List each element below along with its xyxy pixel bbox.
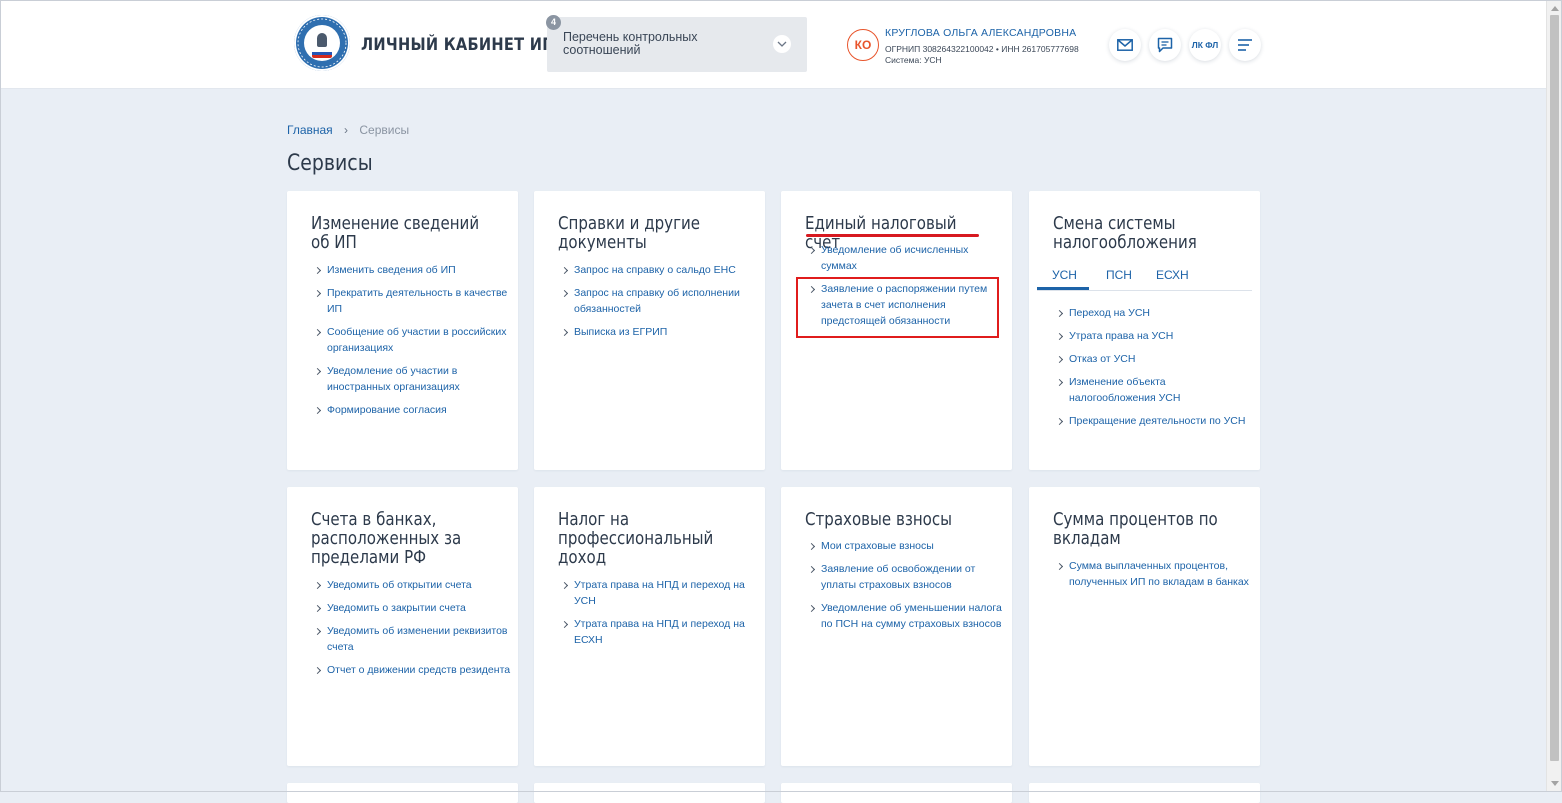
- card-partial: [1029, 783, 1260, 803]
- card-link-list: Уведомить об открытии счета Уведомить о …: [311, 577, 511, 685]
- link-lose-usn[interactable]: Утрата права на УСН: [1053, 328, 1253, 344]
- card-ip-info: Изменение сведений об ИП Изменить сведен…: [287, 191, 518, 470]
- link-obligations-certificate[interactable]: Запрос на справку об исполнении обязанно…: [558, 285, 758, 317]
- card-partial: [287, 783, 518, 803]
- tab-usn[interactable]: УСН: [1052, 268, 1077, 282]
- eagle-icon: [317, 33, 327, 47]
- link-account-opened[interactable]: Уведомить об открытии счета: [311, 577, 511, 593]
- link-calculated-sums[interactable]: Уведомление об исчисленных суммах: [805, 242, 1005, 274]
- link-account-details-changed[interactable]: Уведомить об изменении реквизитов счета: [311, 623, 511, 655]
- user-name[interactable]: КРУГЛОВА ОЛЬГА АЛЕКСАНДРОВНА: [885, 27, 1076, 39]
- mail-button[interactable]: [1109, 29, 1141, 61]
- card-title: Налог на профессиональный доход: [558, 510, 714, 568]
- menu-button[interactable]: [1229, 29, 1261, 61]
- tax-system-tabs: УСН ПСН ЕСХН: [1037, 262, 1252, 291]
- card-title: Страховые взносы: [805, 510, 953, 530]
- link-egrip-extract[interactable]: Выписка из ЕГРИП: [558, 324, 758, 340]
- card-tax-system-change: Смена системы налогообложения Переход на…: [1029, 191, 1260, 470]
- scrollbar-thumb[interactable]: [1550, 15, 1559, 761]
- user-tax-system: Система: УСН: [885, 55, 942, 65]
- page-scrollbar[interactable]: [1546, 1, 1562, 791]
- card-title: Изменение сведений об ИП: [311, 214, 480, 253]
- card-title: Сумма процентов по вкладам: [1053, 510, 1218, 549]
- chat-button[interactable]: [1149, 29, 1181, 61]
- card-link-list: Утрата права на НПД и переход на УСН Утр…: [558, 577, 758, 655]
- card-deposit-interest: Сумма процентов по вкладам Сумма выплаче…: [1029, 487, 1260, 766]
- card-link-list: Переход на УСН Утрата права на УСН Отказ…: [1053, 305, 1253, 436]
- card-link-list: Сумма выплаченных процентов, полученных …: [1053, 558, 1253, 597]
- link-change-ip-info[interactable]: Изменить сведения об ИП: [311, 262, 511, 278]
- card-certificates: Справки и другие документы Запрос на спр…: [534, 191, 765, 470]
- card-foreign-bank-accounts: Счета в банках, расположенных за предела…: [287, 487, 518, 766]
- link-funds-report[interactable]: Отчет о движении средств резидента: [311, 662, 511, 678]
- avatar[interactable]: КО: [847, 29, 879, 61]
- chevron-down-icon[interactable]: [773, 35, 791, 53]
- tab-active-indicator: [1037, 287, 1089, 290]
- card-link-list: Изменить сведения об ИП Прекратить деяте…: [311, 262, 511, 425]
- highlight-box: [796, 277, 999, 338]
- card-partial: [534, 783, 765, 803]
- app-title[interactable]: ЛИЧНЫЙ КАБИНЕТ ИП: [361, 35, 555, 55]
- select-value[interactable]: Перечень контрольных соотношений: [563, 31, 743, 57]
- link-psn-reduction[interactable]: Уведомление об уменьшении налога по ПСН …: [805, 600, 1005, 632]
- tab-eskhn[interactable]: ЕСХН: [1156, 268, 1189, 282]
- link-consent[interactable]: Формирование согласия: [311, 402, 511, 418]
- link-russian-orgs[interactable]: Сообщение об участии в российских органи…: [311, 324, 511, 356]
- chat-icon: [1157, 37, 1173, 53]
- mail-icon: [1117, 39, 1133, 51]
- title-red-underline: [806, 234, 979, 237]
- card-link-list: Запрос на справку о сальдо ЕНС Запрос на…: [558, 262, 758, 347]
- card-title: Справки и другие документы: [558, 214, 701, 253]
- card-npd: Налог на профессиональный доход Утрата п…: [534, 487, 765, 766]
- link-npd-to-usn[interactable]: Утрата права на НПД и переход на УСН: [558, 577, 758, 609]
- card-insurance: Страховые взносы Мои страховые взносы За…: [781, 487, 1012, 766]
- link-my-insurance[interactable]: Мои страховые взносы: [805, 538, 1005, 554]
- menu-icon: [1238, 39, 1252, 51]
- card-title: Счета в банках, расположенных за предела…: [311, 510, 462, 568]
- link-ens-balance[interactable]: Запрос на справку о сальдо ЕНС: [558, 262, 758, 278]
- card-partial: [781, 783, 1012, 803]
- link-insurance-exemption[interactable]: Заявление об освобождении от уплаты стра…: [805, 561, 1005, 593]
- link-terminate-ip[interactable]: Прекратить деятельность в качестве ИП: [311, 285, 511, 317]
- page-title: Сервисы: [287, 151, 373, 176]
- tab-psn[interactable]: ПСН: [1106, 268, 1132, 282]
- link-account-closed[interactable]: Уведомить о закрытии счета: [311, 600, 511, 616]
- logo-inner: [304, 25, 340, 61]
- select-count-badge: 4: [546, 15, 561, 30]
- link-switch-usn[interactable]: Переход на УСН: [1053, 305, 1253, 321]
- link-change-usn-object[interactable]: Изменение объекта налогообложения УСН: [1053, 374, 1253, 406]
- lk-fl-button[interactable]: ЛК ФЛ: [1189, 29, 1221, 61]
- link-interest-sum[interactable]: Сумма выплаченных процентов, полученных …: [1053, 558, 1253, 590]
- lk-fl-label: ЛК ФЛ: [1191, 40, 1219, 50]
- link-stop-usn[interactable]: Прекращение деятельности по УСН: [1053, 413, 1253, 429]
- link-foreign-orgs[interactable]: Уведомление об участии в иностранных орг…: [311, 363, 511, 395]
- scroll-up-arrow-icon[interactable]: [1551, 6, 1559, 11]
- breadcrumb-home[interactable]: Главная: [287, 123, 333, 137]
- breadcrumb-separator-icon: ›: [344, 123, 349, 137]
- link-npd-to-eskhn[interactable]: Утрата права на НПД и переход на ЕСХН: [558, 616, 758, 648]
- breadcrumb-current: Сервисы: [359, 123, 410, 137]
- card-link-list: Мои страховые взносы Заявление об освобо…: [805, 538, 1005, 639]
- scroll-down-arrow-icon[interactable]: [1551, 781, 1559, 786]
- flag-icon: [312, 49, 332, 58]
- user-ids: ОГРНИП 308264322100042 • ИНН 26170577769…: [885, 44, 1079, 54]
- card-title: Смена системы налогообложения: [1053, 214, 1197, 253]
- fns-logo[interactable]: [294, 15, 350, 71]
- link-refuse-usn[interactable]: Отказ от УСН: [1053, 351, 1253, 367]
- breadcrumb: Главная › Сервисы: [287, 123, 409, 137]
